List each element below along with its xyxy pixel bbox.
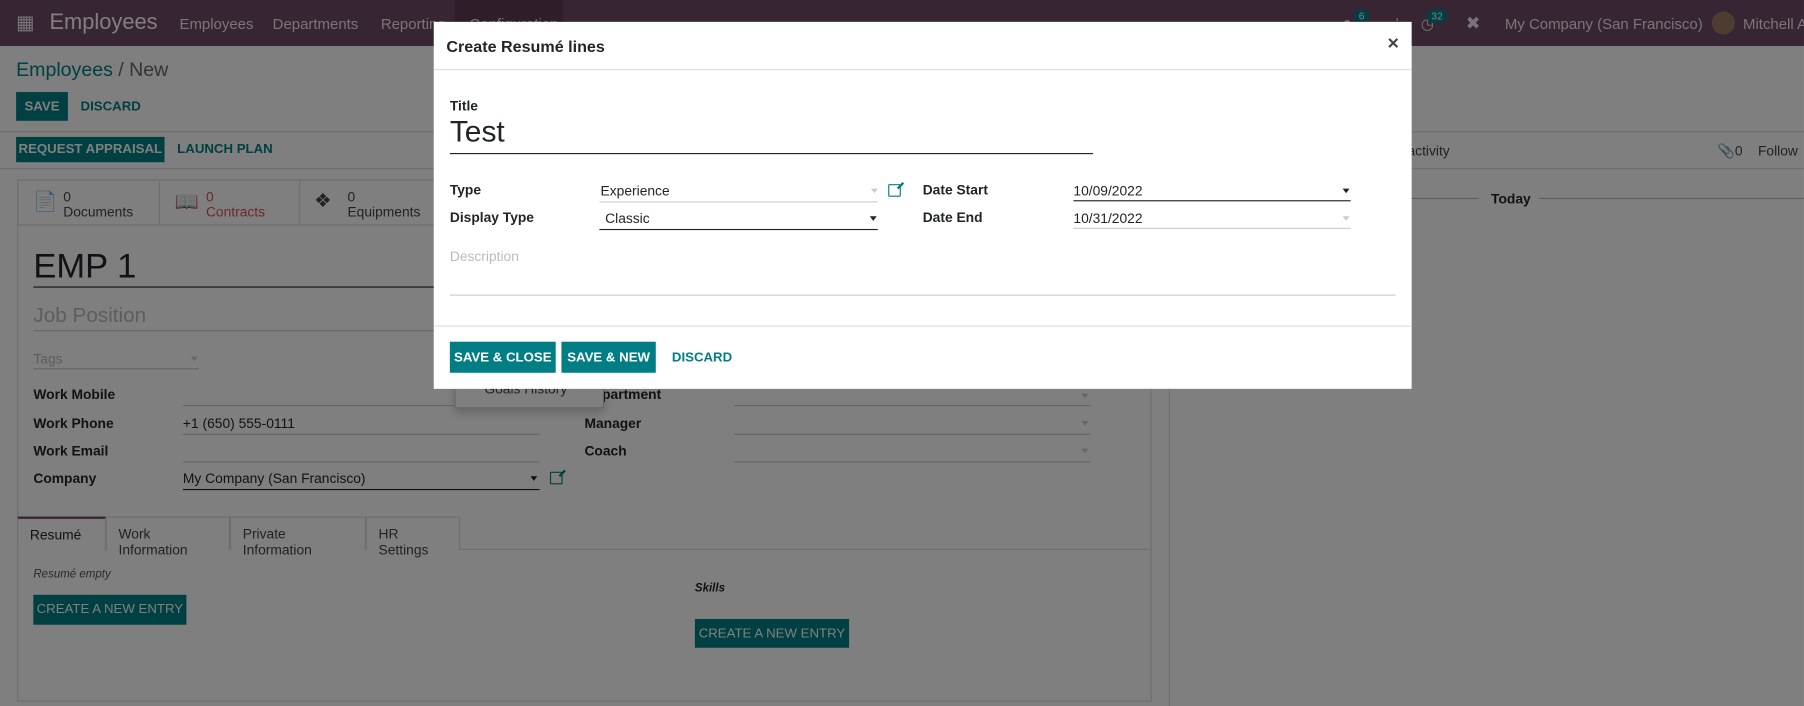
underline <box>599 228 878 231</box>
title-input[interactable]: Test <box>450 114 505 150</box>
divider <box>433 69 1412 71</box>
underline <box>1073 227 1351 229</box>
underline <box>449 153 1093 155</box>
date-end-label: Date End <box>922 209 983 226</box>
caret-icon <box>1342 188 1350 194</box>
caret-icon <box>870 188 878 194</box>
display-type-label: Display Type <box>449 209 534 226</box>
underline <box>599 201 878 203</box>
dialog-title: Create Resumé lines <box>446 36 605 56</box>
date-end-input[interactable]: 10/31/2022 <box>1073 211 1142 227</box>
save-close-button[interactable]: SAVE & CLOSE <box>449 341 556 373</box>
caret-icon <box>1342 216 1350 221</box>
display-type-select[interactable]: Classic <box>605 211 649 227</box>
create-resume-lines-dialog: Create Resumé lines × Title Test Type Ex… <box>433 21 1412 389</box>
divider <box>433 325 1412 327</box>
external-link-icon[interactable] <box>888 184 901 197</box>
date-start-label: Date Start <box>922 181 988 198</box>
close-icon[interactable]: × <box>1388 32 1399 55</box>
underline <box>449 294 1396 296</box>
type-label: Type <box>449 181 482 198</box>
date-start-input[interactable]: 10/09/2022 <box>1073 183 1142 199</box>
underline <box>1073 200 1351 202</box>
caret-icon <box>869 216 877 221</box>
save-new-button[interactable]: SAVE & NEW <box>561 341 656 373</box>
description-input[interactable]: Description <box>450 249 519 265</box>
type-select[interactable]: Experience <box>601 183 670 199</box>
title-label: Title <box>449 97 478 114</box>
dialog-discard-button[interactable]: DISCARD <box>672 351 732 365</box>
